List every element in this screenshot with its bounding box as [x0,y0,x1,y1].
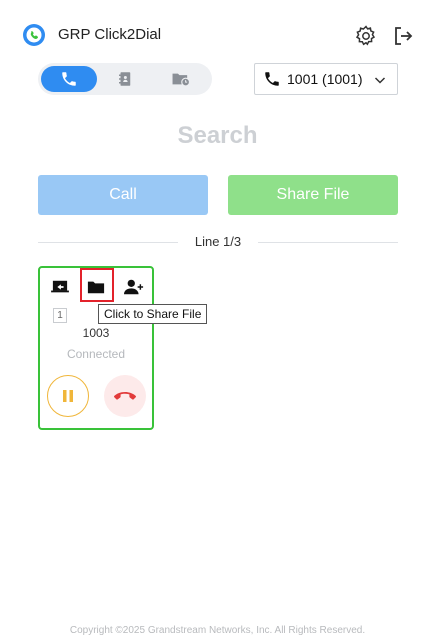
app-title: GRP Click2Dial [58,26,162,43]
chevron-down-icon [374,77,386,84]
copyright-footer: Copyright ©2025 Grandstream Networks, In… [69,625,366,636]
line-card: 1 1003 Connected [38,266,154,430]
line-number-badge: 1 [53,308,67,323]
lines-divider: Line 1/3 [38,234,398,250]
account-label: 1001 (1001) [287,71,363,87]
call-status: Connected [66,347,126,361]
hangup-button[interactable] [104,375,146,417]
call-button[interactable]: Call [38,175,208,215]
share-file-tooltip: Click to Share File [98,304,208,324]
divider-right [258,242,398,243]
phone-handset-icon [265,72,279,86]
call-history-icon [172,73,191,87]
app-logo-icon [22,23,46,47]
pause-icon [63,390,73,402]
mode-tab-bar [38,63,212,95]
call-extension: 1003 [82,326,110,340]
share-file-folder-icon[interactable] [85,276,107,298]
screen-share-icon[interactable] [49,276,71,298]
tab-call-history[interactable] [153,66,209,92]
search-input[interactable]: Search [0,122,435,150]
hangup-icon [114,392,136,400]
app-header: GRP Click2Dial [0,0,435,70]
add-participant-icon[interactable] [123,276,145,298]
settings-gear-icon[interactable] [354,24,378,48]
share-file-button[interactable]: Share File [228,175,398,215]
hold-button[interactable] [47,375,89,417]
tab-dialer[interactable] [41,66,97,92]
account-select[interactable]: 1001 (1001) [254,63,398,95]
logout-icon[interactable] [392,25,414,47]
phone-icon [62,72,76,86]
contacts-book-icon [119,72,131,86]
tab-contacts[interactable] [97,66,153,92]
